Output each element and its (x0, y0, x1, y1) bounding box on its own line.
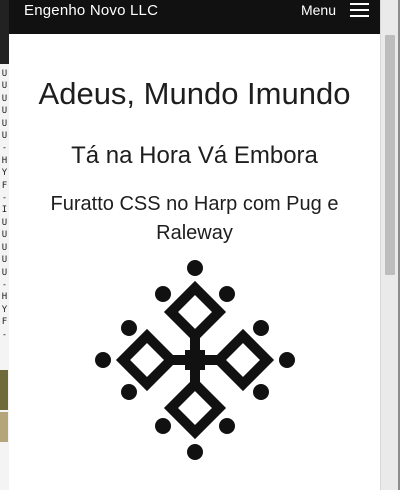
brand-link[interactable]: Engenho Novo LLC (24, 2, 158, 19)
cross-center (185, 350, 205, 370)
page-subtitle: Tá na Hora Vá Embora (71, 142, 318, 169)
menu-toggle-button[interactable]: Menu (301, 2, 369, 18)
background-window-dark-area (0, 0, 9, 64)
occitan-cross-icon (95, 260, 295, 460)
background-window-thumbnail (0, 412, 8, 442)
page-tagline: Furatto CSS no Harp com Pug e Raleway (50, 193, 339, 244)
navbar: Engenho Novo LLC Menu (9, 0, 380, 34)
menu-label: Menu (300, 2, 336, 18)
background-window-text: U U U U U U - H Y F - I U U U U U - H Y … (1, 69, 8, 340)
background-window-thumbnail (0, 370, 8, 410)
scrollbar-thumb[interactable] (385, 35, 395, 275)
page-viewport: Engenho Novo LLC Menu Adeus, Mundo Imund… (9, 0, 380, 490)
vertical-scrollbar[interactable] (380, 0, 400, 490)
page-title: Adeus, Mundo Imundo (38, 76, 351, 111)
hamburger-icon (350, 2, 369, 18)
